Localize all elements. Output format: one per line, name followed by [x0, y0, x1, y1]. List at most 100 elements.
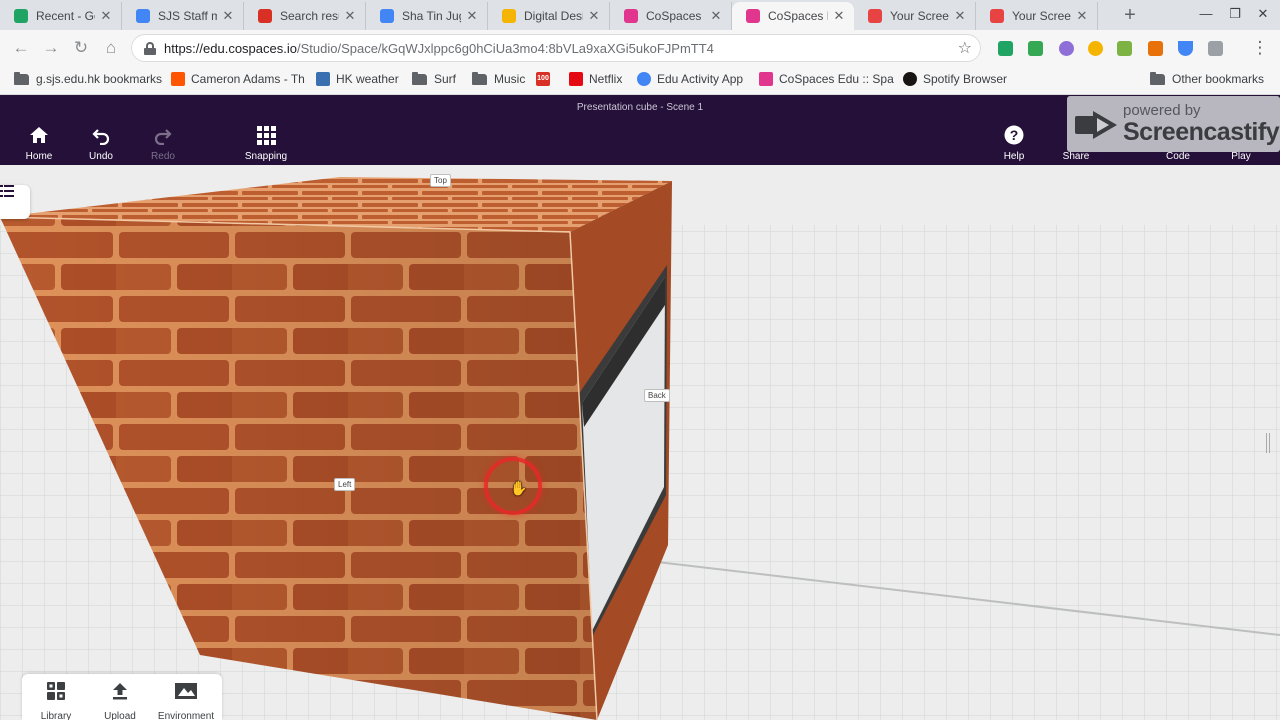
folder-icon	[14, 71, 29, 85]
bookmark-item[interactable]: CoSpaces Edu :: Spa	[759, 72, 894, 86]
redo-icon	[154, 129, 172, 145]
tab-label: Search resu	[280, 9, 339, 23]
scene-canvas[interactable]	[0, 165, 1280, 720]
tab-label: Recent - Goo	[36, 9, 95, 23]
tab-label: SJS Staff m	[158, 9, 217, 23]
browser-tab[interactable]: CoSpaces E ✕	[610, 2, 732, 30]
bottom-toolbar: Library Upload Environment	[22, 674, 222, 720]
new-tab-button[interactable]: +	[1119, 5, 1141, 27]
browser-tab[interactable]: SJS Staff m ✕	[122, 2, 244, 30]
address-bar[interactable]: https://edu.cospaces.io/Studio/Space/kGq…	[131, 34, 981, 62]
tab-close-icon[interactable]: ✕	[587, 8, 601, 24]
google-drive-icon	[14, 9, 28, 23]
scene-viewport[interactable]: Top Left Back ✋	[0, 165, 1280, 720]
classroom-extension-icon[interactable]	[1028, 41, 1043, 56]
snapping-button[interactable]: Snapping	[236, 123, 296, 162]
browser-tab[interactable]: Your Screen ✕	[976, 2, 1098, 30]
bookmark-item[interactable]: Netflix	[569, 72, 622, 86]
close-window-icon[interactable]: ✕	[1253, 6, 1273, 22]
bookmark-label: g.sjs.edu.hk bookmarks	[36, 72, 163, 86]
face-label-top[interactable]: Top	[430, 174, 451, 187]
google-icon	[637, 72, 651, 86]
library-button[interactable]: Library	[24, 680, 88, 720]
extension-icon[interactable]	[1059, 41, 1074, 56]
screencastify-icon	[990, 9, 1004, 23]
tab-close-icon[interactable]: ✕	[832, 8, 846, 24]
bookmark-item[interactable]: HK weather	[316, 72, 399, 86]
tab-close-icon[interactable]: ✕	[343, 8, 357, 24]
restore-icon[interactable]: ❐	[1225, 6, 1245, 22]
upload-icon	[113, 683, 127, 700]
code-label: Code	[1166, 151, 1190, 162]
tab-close-icon[interactable]: ✕	[465, 8, 479, 24]
bookmark-label: Music	[494, 72, 526, 86]
share-label: Share	[1062, 151, 1090, 162]
minimize-icon[interactable]: —	[1196, 6, 1216, 21]
extension-icon[interactable]	[1208, 41, 1223, 56]
bookmark-item[interactable]: Cameron Adams - Th	[171, 72, 305, 86]
browser-tab[interactable]: Search resu ✕	[244, 2, 366, 30]
bookmark-item[interactable]: Surf	[412, 71, 456, 86]
netflix-icon	[569, 72, 583, 86]
bookmark-label: Cameron Adams - Th	[191, 72, 305, 86]
extension-icon[interactable]	[1178, 41, 1193, 56]
redo-button[interactable]: Redo	[133, 123, 193, 162]
face-label-left[interactable]: Left	[334, 478, 356, 491]
upload-button[interactable]: Upload	[88, 680, 152, 720]
drive-extension-icon[interactable]	[998, 41, 1013, 56]
object-list-button[interactable]	[0, 185, 30, 219]
lock-icon	[144, 41, 156, 55]
tab-close-icon[interactable]: ✕	[1075, 8, 1089, 24]
extension-icon[interactable]	[1088, 41, 1103, 56]
tab-close-icon[interactable]: ✕	[709, 8, 723, 24]
browser-tab[interactable]: Sha Tin Jug ✕	[366, 2, 488, 30]
bookmark-item[interactable]: Music	[472, 71, 526, 86]
undo-button[interactable]: Undo	[71, 123, 131, 162]
library-label: Library	[40, 711, 72, 720]
bookmark-item[interactable]: Edu Activity App	[637, 72, 743, 86]
help-label: Help	[1003, 151, 1025, 162]
bookmark-item[interactable]: Other bookmarks	[1150, 71, 1265, 86]
help-icon: ?	[1004, 125, 1024, 145]
browser-tab[interactable]: Recent - Goo ✕	[0, 2, 122, 30]
bookmark-item[interactable]: 100	[536, 72, 556, 86]
bookmark-star-icon[interactable]: ☆	[958, 38, 972, 58]
url-path: /Studio/Space/kGqWJxlppc6g0hCiUa3mo4:8bV…	[296, 40, 714, 56]
play-label: Play	[1231, 151, 1251, 162]
grid-icon	[257, 126, 276, 145]
browser-tab[interactable]: Digital Desi ✕	[488, 2, 610, 30]
home-button[interactable]: Home	[9, 123, 69, 162]
reload-icon[interactable]: ↻	[71, 38, 91, 58]
environment-label: Environment	[157, 711, 215, 720]
forward-icon[interactable]: →	[41, 38, 61, 58]
bookmark-item[interactable]: g.sjs.edu.hk bookmarks	[14, 71, 163, 86]
browser-toolbar: ← → ↻ ⌂ https://edu.cospaces.io/Studio/S…	[0, 30, 1280, 66]
extension-icon[interactable]	[1148, 41, 1163, 56]
side-panel-handle[interactable]	[1266, 433, 1270, 453]
tab-label: CoSpaces E	[768, 9, 828, 23]
hand-cursor-icon: ✋	[510, 480, 528, 496]
browser-tab[interactable]: CoSpaces E ✕	[732, 2, 854, 30]
cospaces-icon	[746, 9, 760, 23]
browser-tab[interactable]: Your Screen ✕	[854, 2, 976, 30]
folder-icon	[1150, 71, 1165, 85]
menu-icon[interactable]: ⋮	[1250, 38, 1270, 58]
environment-icon	[175, 683, 197, 699]
back-icon[interactable]: ←	[11, 38, 31, 58]
tab-close-icon[interactable]: ✕	[99, 8, 113, 24]
tab-close-icon[interactable]: ✕	[953, 8, 967, 24]
tab-label: Digital Desi	[524, 9, 583, 23]
bookmark-item[interactable]: Spotify Browser	[903, 72, 1007, 86]
bookmark-label: Other bookmarks	[1172, 72, 1265, 86]
environment-button[interactable]: Environment	[154, 680, 218, 720]
tab-close-icon[interactable]: ✕	[221, 8, 235, 24]
weather-icon	[316, 72, 330, 86]
extension-icon[interactable]	[1117, 41, 1132, 56]
library-icon	[47, 682, 65, 700]
home-page-icon[interactable]: ⌂	[101, 38, 121, 58]
tab-label: Your Screen	[1012, 9, 1071, 23]
screencastify-icon	[868, 9, 882, 23]
face-label-back[interactable]: Back	[644, 389, 670, 402]
help-button[interactable]: ? Help	[984, 123, 1044, 162]
folder-icon	[472, 71, 487, 85]
